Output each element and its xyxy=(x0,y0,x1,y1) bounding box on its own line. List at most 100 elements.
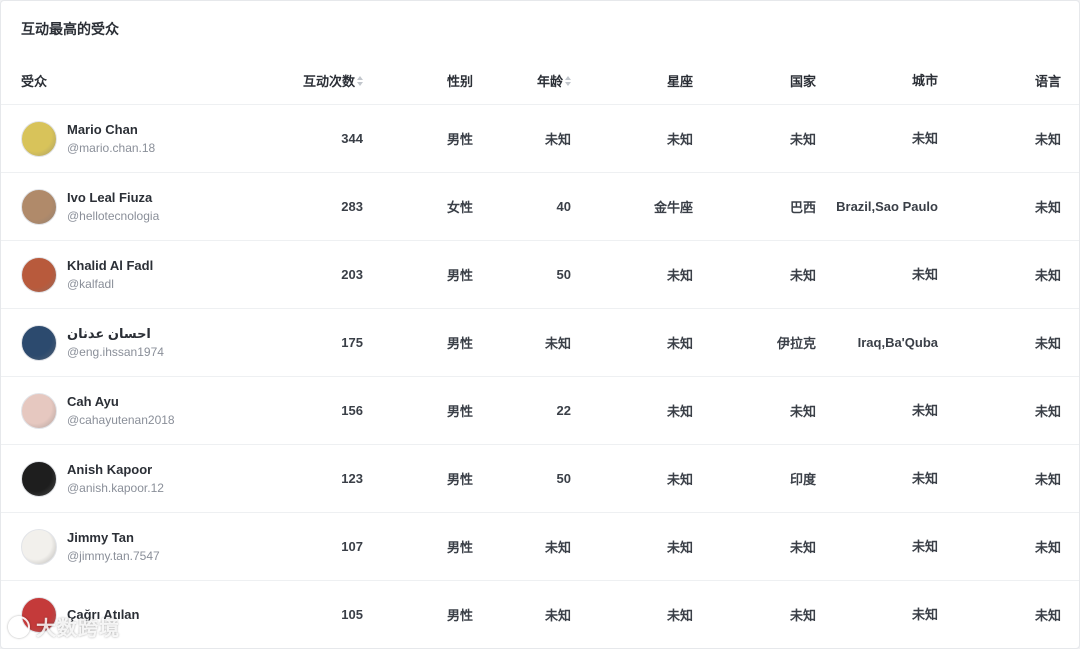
audience-cell[interactable]: Jimmy Tan @jimmy.tan.7547 xyxy=(21,513,281,580)
gender-value: 男性 xyxy=(446,608,473,623)
age-value: 22 xyxy=(556,403,571,418)
interactions-value: 107 xyxy=(341,539,363,554)
sort-icon[interactable] xyxy=(565,75,571,86)
audience-name[interactable]: Ivo Leal Fiuza xyxy=(67,189,159,207)
table-row[interactable]: Ivo Leal Fiuza @hellotecnologia 283 女性 40 金牛座… xyxy=(1,173,1079,241)
avatar[interactable] xyxy=(21,324,57,361)
avatar[interactable] xyxy=(21,120,57,157)
age-value: 50 xyxy=(556,471,571,486)
city-value: 未知 xyxy=(911,538,938,554)
gender-value: 男性 xyxy=(446,540,473,555)
gender-value: 女性 xyxy=(446,200,473,215)
col-zodiac: 星座 xyxy=(666,74,693,89)
audience-text: احسان عدنان @eng.ihssan1974 xyxy=(67,325,164,361)
audience-name[interactable]: Khalid Al Fadl xyxy=(67,257,153,275)
city-value: Brazil,Sao Paulo xyxy=(836,198,938,214)
age-value: 40 xyxy=(556,199,571,214)
watermark-logo-icon xyxy=(8,615,30,638)
audience-cell[interactable]: احسان عدنان @eng.ihssan1974 xyxy=(21,309,281,376)
audience-handle: @eng.ihssan1974 xyxy=(67,344,164,359)
city-value: 未知 xyxy=(911,470,938,486)
zodiac-value: 未知 xyxy=(666,336,693,351)
language-value: 未知 xyxy=(1034,540,1061,555)
col-age[interactable]: 年龄 xyxy=(481,57,571,104)
country-value: 未知 xyxy=(789,608,816,623)
col-interactions-label: 互动次数 xyxy=(302,74,355,89)
audience-handle: @cahayutenan2018 xyxy=(67,412,175,427)
col-audience: 受众 xyxy=(21,74,48,89)
zodiac-value: 未知 xyxy=(666,472,693,487)
avatar[interactable] xyxy=(21,392,57,429)
gender-value: 男性 xyxy=(446,472,473,487)
avatar[interactable] xyxy=(21,528,57,565)
audience-cell[interactable]: Anish Kapoor @anish.kapoor.12 xyxy=(21,445,281,512)
audience-name[interactable]: Anish Kapoor xyxy=(67,461,164,479)
country-value: 未知 xyxy=(789,268,816,283)
audience-cell[interactable]: Khalid Al Fadl @kalfadl xyxy=(21,241,281,308)
interactions-value: 203 xyxy=(341,267,363,282)
zodiac-value: 未知 xyxy=(666,540,693,555)
avatar[interactable] xyxy=(21,188,57,225)
audience-cell[interactable]: Mario Chan @mario.chan.18 xyxy=(21,105,281,172)
col-city: 城市 xyxy=(911,72,938,88)
col-country: 国家 xyxy=(789,74,816,89)
col-language: 语言 xyxy=(1034,74,1061,89)
age-value: 未知 xyxy=(544,608,571,623)
city-value: 未知 xyxy=(911,130,938,146)
col-age-label: 年龄 xyxy=(536,74,563,89)
country-value: 巴西 xyxy=(789,200,816,215)
col-interactions[interactable]: 互动次数 xyxy=(281,57,363,104)
table-row[interactable]: احسان عدنان @eng.ihssan1974 175 男性 未知 未知 伊拉克 Ir… xyxy=(1,309,1079,377)
audience-name[interactable]: Cah Ayu xyxy=(67,393,175,411)
table-row[interactable]: Jimmy Tan @jimmy.tan.7547 107 男性 未知 未知 未知 未知 未知 xyxy=(1,513,1079,581)
zodiac-value: 未知 xyxy=(666,132,693,147)
audience-name[interactable]: Jimmy Tan xyxy=(67,529,160,547)
sort-icon[interactable] xyxy=(357,75,363,86)
audience-text: Ivo Leal Fiuza @hellotecnologia xyxy=(67,189,159,225)
watermark-text: 大数跨境 xyxy=(36,618,120,640)
zodiac-value: 未知 xyxy=(666,404,693,419)
country-value: 未知 xyxy=(789,132,816,147)
interactions-value: 344 xyxy=(341,131,363,146)
zodiac-value: 金牛座 xyxy=(653,200,693,215)
city-value: 未知 xyxy=(911,266,938,282)
table-row[interactable]: Çağrı Atılan 105 男性 未知 未知 未知 未知 未知 xyxy=(1,581,1079,648)
interactions-value: 156 xyxy=(341,403,363,418)
gender-value: 男性 xyxy=(446,404,473,419)
city-value: 未知 xyxy=(911,606,938,622)
age-value: 未知 xyxy=(544,132,571,147)
audience-cell[interactable]: Cah Ayu @cahayutenan2018 xyxy=(21,377,281,444)
card-title: 互动最高的受众 xyxy=(21,21,119,37)
audience-text: Anish Kapoor @anish.kapoor.12 xyxy=(67,461,164,497)
audience-handle: @kalfadl xyxy=(67,276,114,291)
table-row[interactable]: Anish Kapoor @anish.kapoor.12 123 男性 50 未知 印度 未… xyxy=(1,445,1079,513)
interactions-value: 175 xyxy=(341,335,363,350)
col-gender: 性别 xyxy=(446,74,473,89)
audience-name[interactable]: Mario Chan xyxy=(67,121,155,139)
city-value: Iraq,Ba'Quba xyxy=(857,334,938,350)
top-audience-card: 互动最高的受众 受众 互动次数 性别 年龄 星座 国家 城市 语言 Mario … xyxy=(0,0,1080,649)
age-value: 50 xyxy=(556,267,571,282)
language-value: 未知 xyxy=(1034,404,1061,419)
audience-text: Khalid Al Fadl @kalfadl xyxy=(67,257,153,293)
language-value: 未知 xyxy=(1034,132,1061,147)
audience-text: Cah Ayu @cahayutenan2018 xyxy=(67,393,175,429)
table-row[interactable]: Khalid Al Fadl @kalfadl 203 男性 50 未知 未知 未知 未知 xyxy=(1,241,1079,309)
language-value: 未知 xyxy=(1034,268,1061,283)
table-header: 受众 互动次数 性别 年龄 星座 国家 城市 语言 xyxy=(1,57,1079,105)
avatar[interactable] xyxy=(21,460,57,497)
audience-text: Mario Chan @mario.chan.18 xyxy=(67,121,155,157)
country-value: 未知 xyxy=(789,540,816,555)
language-value: 未知 xyxy=(1034,200,1061,215)
avatar[interactable] xyxy=(21,256,57,293)
audience-cell[interactable]: Ivo Leal Fiuza @hellotecnologia xyxy=(21,173,281,240)
table-row[interactable]: Mario Chan @mario.chan.18 344 男性 未知 未知 未知 未知 未知 xyxy=(1,105,1079,173)
audience-name[interactable]: احسان عدنان xyxy=(67,325,164,343)
gender-value: 男性 xyxy=(446,336,473,351)
watermark: 大数跨境 xyxy=(8,612,120,641)
interactions-value: 105 xyxy=(341,607,363,622)
table-row[interactable]: Cah Ayu @cahayutenan2018 156 男性 22 未知 未知 未知 未知 xyxy=(1,377,1079,445)
audience-handle: @mario.chan.18 xyxy=(67,140,156,155)
zodiac-value: 未知 xyxy=(666,608,693,623)
language-value: 未知 xyxy=(1034,472,1061,487)
